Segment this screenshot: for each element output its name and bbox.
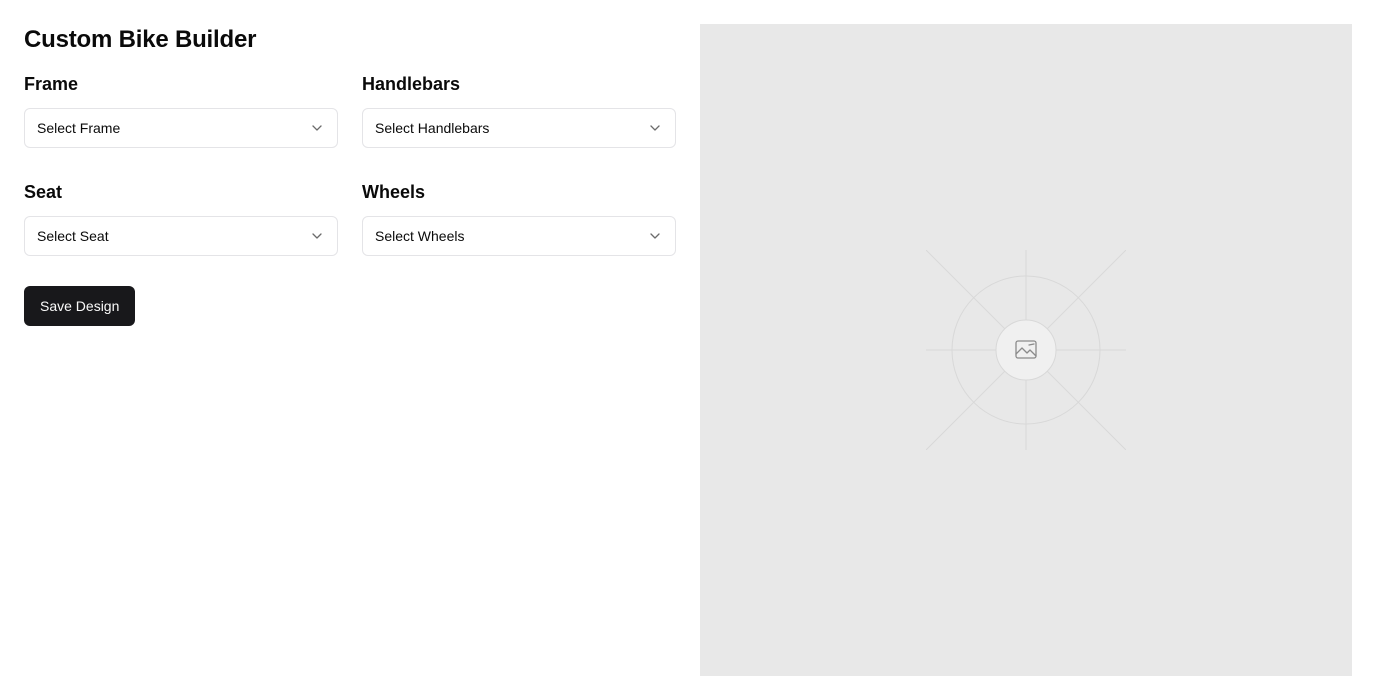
page-title: Custom Bike Builder	[24, 26, 257, 53]
wheels-select[interactable]: Select Wheels	[362, 216, 676, 256]
seat-label: Seat	[24, 182, 63, 202]
builder-form: Custom Bike Builder Frame Select Frame H…	[24, 24, 676, 326]
seat-select[interactable]: Select Seat	[24, 216, 338, 256]
chevron-down-icon	[647, 120, 663, 136]
wheels-select-value: Select Wheels	[375, 228, 465, 244]
frame-select-value: Select Frame	[37, 120, 121, 136]
part-selectors: Frame Select Frame Handlebars Select Han…	[24, 70, 676, 286]
seat-field: Seat Select Seat	[24, 178, 338, 286]
chevron-down-icon	[309, 228, 325, 244]
save-design-button[interactable]: Save Design	[24, 286, 136, 326]
chevron-down-icon	[647, 228, 663, 244]
handlebars-field: Handlebars Select Handlebars	[362, 70, 676, 178]
frame-field: Frame Select Frame	[24, 70, 338, 178]
seat-select-value: Select Seat	[37, 228, 109, 244]
image-placeholder-icon	[926, 250, 1126, 450]
handlebars-select[interactable]: Select Handlebars	[362, 108, 676, 148]
wheels-label: Wheels	[362, 182, 426, 202]
chevron-down-icon	[309, 120, 325, 136]
bike-builder-page: Custom Bike Builder Frame Select Frame H…	[0, 0, 1376, 700]
handlebars-select-value: Select Handlebars	[375, 120, 490, 136]
wheels-field: Wheels Select Wheels	[362, 178, 676, 286]
frame-label: Frame	[24, 74, 79, 94]
handlebars-label: Handlebars	[362, 74, 461, 94]
bike-preview	[700, 24, 1352, 676]
frame-select[interactable]: Select Frame	[24, 108, 338, 148]
